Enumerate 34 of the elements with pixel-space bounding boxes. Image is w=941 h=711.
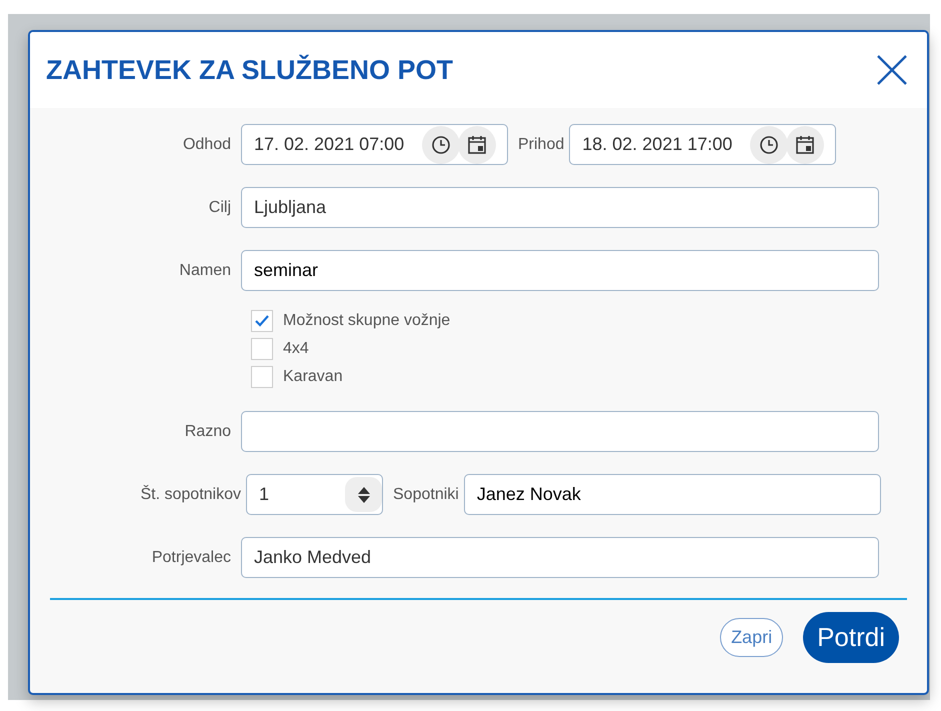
checkbox-label: 4x4 (283, 339, 309, 359)
text-field[interactable]: seminar (241, 250, 879, 291)
checkbox[interactable] (251, 366, 273, 388)
close-icon[interactable] (875, 53, 909, 87)
dialog-title: ZAHTEVEK ZA SLUŽBENO POT (46, 54, 454, 86)
text-field[interactable]: Janko Medved (241, 537, 879, 578)
text-field[interactable]: Ljubljana (241, 187, 879, 228)
checkbox[interactable] (251, 338, 273, 360)
checkbox-label: Karavan (283, 367, 343, 387)
field-label: Št. sopotnikov (140, 484, 242, 504)
field-label: Potrjevalec (150, 548, 232, 568)
field-label: Cilj (208, 198, 232, 218)
calendar-icon[interactable] (458, 126, 496, 164)
field-label: Odhod (182, 134, 232, 154)
field-label: Razno (184, 422, 232, 442)
confirm-button[interactable]: Potrdi (803, 612, 899, 663)
text-field[interactable] (241, 411, 879, 452)
clock-icon[interactable] (750, 126, 788, 164)
field-label: Namen (178, 260, 232, 280)
datetime-input[interactable]: 18. 02. 2021 17:00 (582, 131, 752, 158)
datetime-picker[interactable]: 18. 02. 2021 17:00 (569, 124, 836, 165)
check-icon (254, 314, 270, 328)
spinner-icon[interactable] (345, 477, 382, 512)
field-label: Prihod (517, 134, 566, 154)
close-button[interactable]: Zapri (720, 618, 784, 657)
number-field[interactable]: 1 (246, 474, 383, 515)
text-field[interactable]: Janez Novak (464, 474, 881, 515)
checkbox[interactable] (251, 310, 273, 332)
checkbox-label: Možnost skupne vožnje (283, 311, 450, 331)
datetime-input[interactable]: 17. 02. 2021 07:00 (254, 131, 424, 158)
calendar-icon[interactable] (786, 126, 824, 164)
clock-icon[interactable] (422, 126, 460, 164)
datetime-picker[interactable]: 17. 02. 2021 07:00 (241, 124, 508, 165)
field-label: Sopotniki (392, 484, 460, 504)
